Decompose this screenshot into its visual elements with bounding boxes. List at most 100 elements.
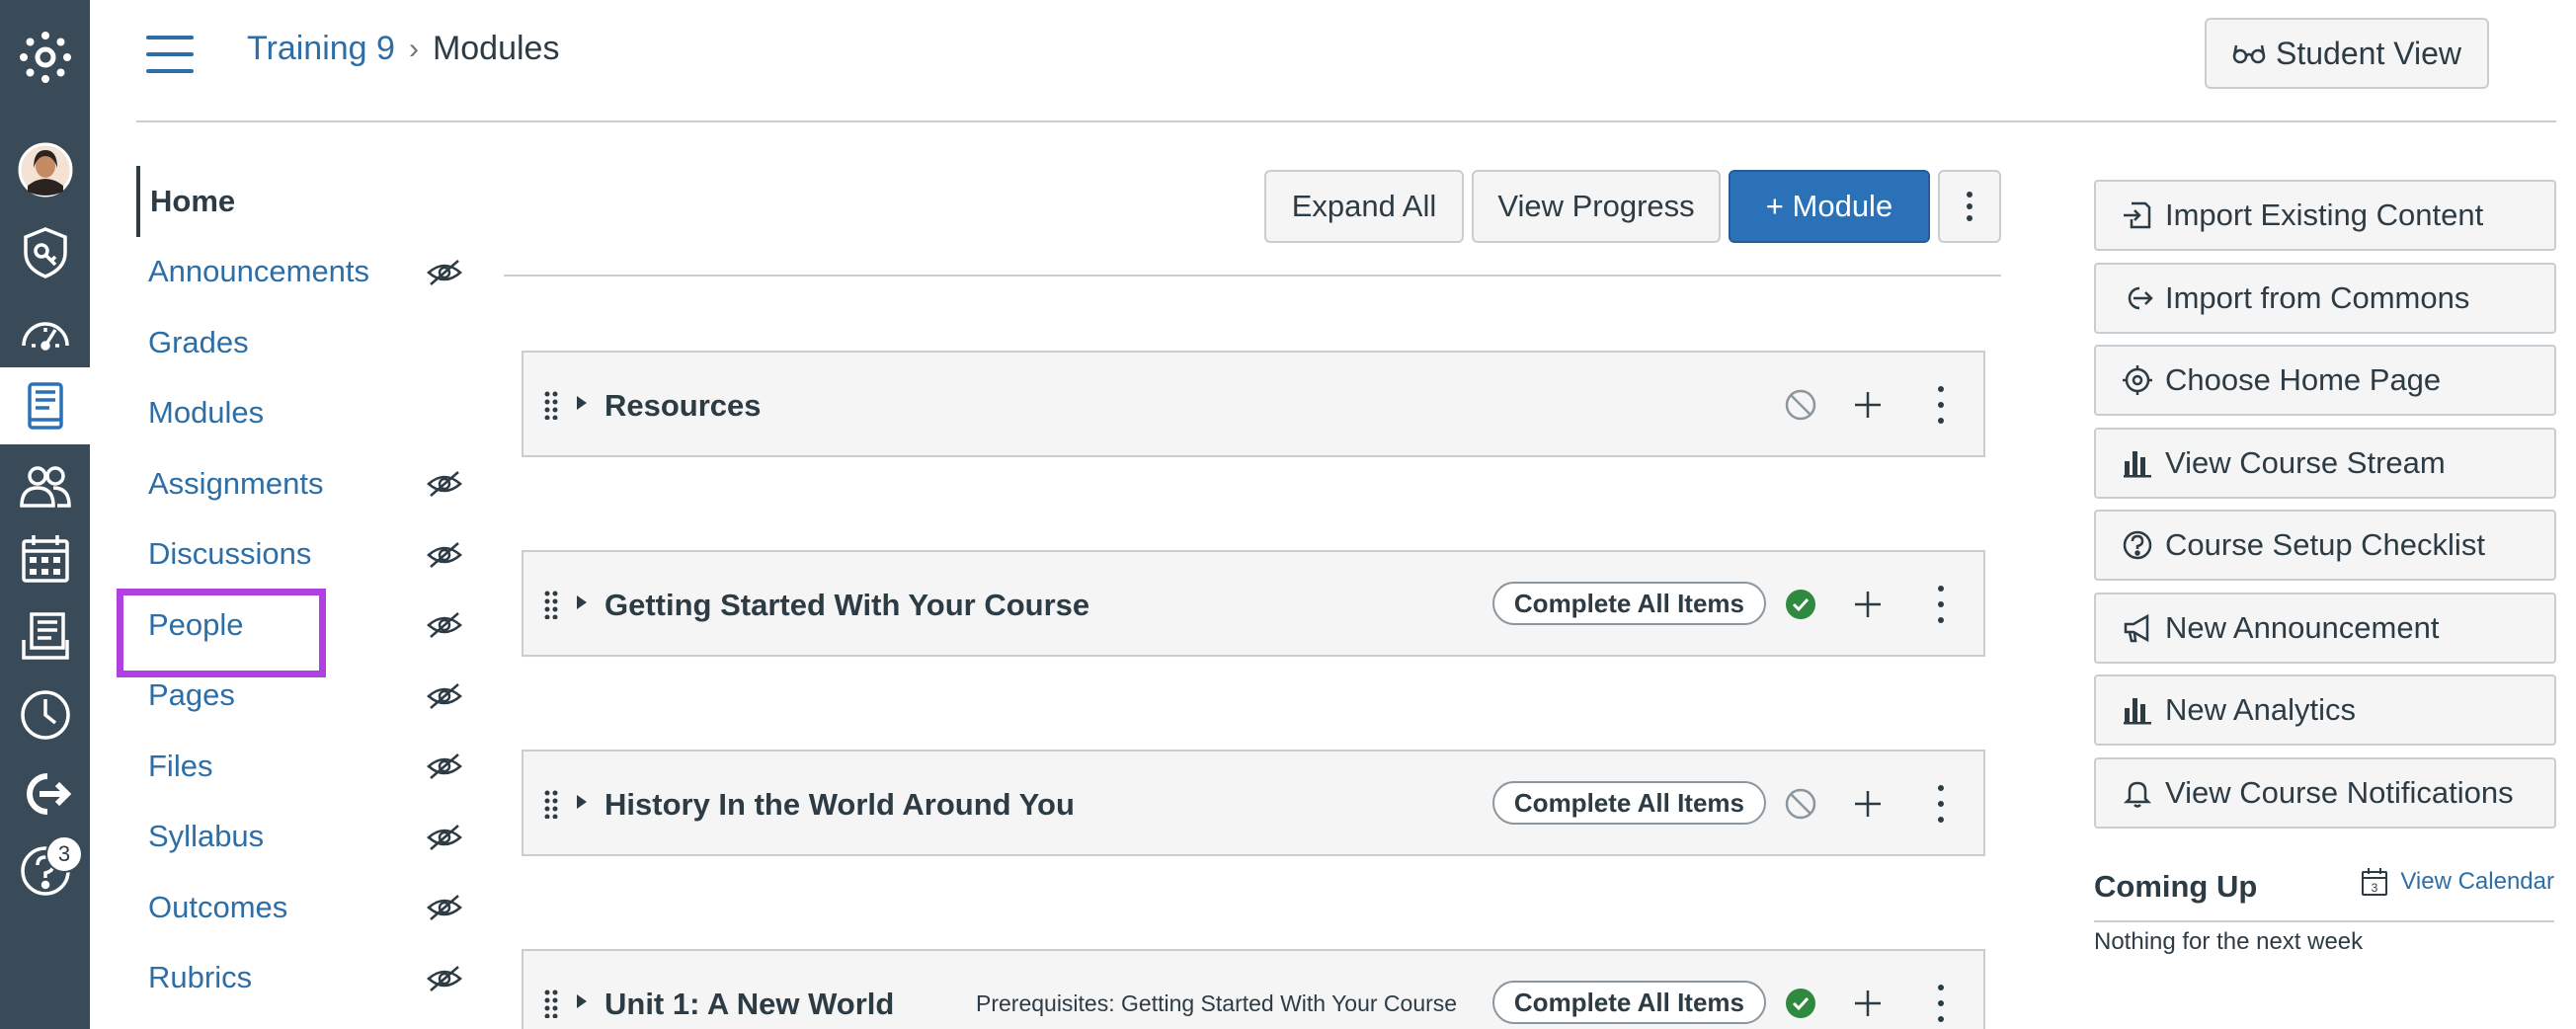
help-icon[interactable]: 3: [0, 831, 90, 910]
view-course-stream-button[interactable]: View Course Stream: [2094, 427, 2556, 499]
course-nav-assignments[interactable]: Assignments: [136, 448, 462, 519]
course-sidebar: Import Existing Content Import from Comm…: [2094, 180, 2556, 839]
view-progress-button[interactable]: View Progress: [1472, 170, 1721, 243]
module-row[interactable]: History In the World Around You Complete…: [522, 750, 1985, 856]
breadcrumb-course-link[interactable]: Training 9: [247, 30, 395, 68]
student-view-label: Student View: [2276, 35, 2461, 71]
drag-handle-icon[interactable]: [543, 989, 559, 1018]
module-title[interactable]: History In the World Around You: [604, 787, 1075, 823]
course-nav-label: Files: [148, 748, 213, 783]
modules-toolbar: Expand All View Progress + Module: [504, 168, 2001, 277]
course-nav-label: Discussions: [148, 536, 312, 572]
module-row[interactable]: Resources: [522, 351, 1985, 457]
requirement-pill: Complete All Items: [1491, 781, 1766, 825]
button-label: New Analytics: [2165, 692, 2356, 727]
hamburger-menu-icon[interactable]: [146, 36, 194, 73]
expand-caret-icon[interactable]: [577, 595, 587, 609]
bell-icon: [2123, 781, 2152, 808]
new-announcement-button[interactable]: New Announcement: [2094, 592, 2556, 664]
coming-up-header: Coming Up 3 View Calendar: [2094, 861, 2554, 922]
target-icon: [2123, 365, 2152, 395]
button-label: New Announcement: [2165, 609, 2440, 645]
account-avatar-icon[interactable]: [0, 130, 90, 209]
new-analytics-button[interactable]: New Analytics: [2094, 674, 2556, 746]
view-calendar-label: View Calendar: [2400, 868, 2554, 895]
module-options-icon[interactable]: [1934, 586, 1948, 623]
requirement-pill: Complete All Items: [1491, 582, 1766, 625]
calendar-icon: 3: [2362, 868, 2388, 896]
course-nav-grades[interactable]: Grades: [136, 307, 462, 378]
add-item-icon[interactable]: [1851, 987, 1885, 1020]
more-options-button[interactable]: [1938, 170, 2001, 243]
module-title[interactable]: Getting Started With Your Course: [604, 588, 1089, 623]
expand-caret-icon[interactable]: [577, 994, 587, 1008]
canvas-logo-icon[interactable]: [0, 18, 90, 97]
published-check-icon[interactable]: [1784, 987, 1817, 1020]
import-from-commons-button[interactable]: Import from Commons: [2094, 262, 2556, 334]
course-nav-modules[interactable]: Modules: [136, 378, 462, 449]
admin-icon[interactable]: [0, 213, 90, 292]
groups-icon[interactable]: [0, 446, 90, 525]
course-nav-rubrics[interactable]: Rubrics: [136, 943, 462, 1014]
module-title[interactable]: Unit 1: A New World: [604, 987, 894, 1022]
course-nav-label: Modules: [148, 395, 265, 431]
expand-caret-icon[interactable]: [577, 396, 587, 410]
course-nav-label: Syllabus: [148, 819, 265, 854]
module-title[interactable]: Resources: [604, 388, 762, 424]
course-nav-syllabus[interactable]: Syllabus: [136, 802, 462, 873]
expand-caret-icon[interactable]: [577, 795, 587, 809]
commons-icon[interactable]: [0, 754, 90, 833]
hidden-eye-icon: [427, 471, 462, 497]
import-icon: [2124, 201, 2151, 229]
glasses-icon: [2232, 44, 2266, 64]
course-nav-announcements[interactable]: Announcements: [136, 237, 462, 308]
hidden-eye-icon: [427, 965, 462, 991]
drag-handle-icon[interactable]: [543, 789, 559, 819]
drag-handle-icon[interactable]: [543, 590, 559, 619]
module-options-icon[interactable]: [1934, 785, 1948, 823]
course-nav-label: Pages: [148, 677, 235, 713]
add-item-icon[interactable]: [1851, 588, 1885, 621]
published-check-icon[interactable]: [1784, 588, 1817, 621]
drag-handle-icon[interactable]: [543, 390, 559, 420]
module-options-icon[interactable]: [1934, 985, 1948, 1022]
button-label: Import from Commons: [2165, 279, 2470, 315]
page-header: Training 9 › Modules Student View: [136, 0, 2556, 122]
module-options-icon[interactable]: [1934, 386, 1948, 424]
hidden-eye-icon: [427, 259, 462, 285]
course-nav-outcomes[interactable]: Outcomes: [136, 872, 462, 943]
course-nav-label: Announcements: [148, 254, 370, 289]
calendar-icon[interactable]: [0, 519, 90, 598]
course-nav-home[interactable]: Home: [136, 166, 462, 237]
unpublished-icon[interactable]: [1784, 388, 1817, 422]
svg-text:3: 3: [2372, 881, 2378, 895]
hidden-eye-icon: [427, 682, 462, 709]
bar-chart-icon: [2124, 698, 2151, 725]
add-item-icon[interactable]: [1851, 388, 1885, 422]
student-view-button[interactable]: Student View: [2205, 18, 2489, 89]
module-row[interactable]: Unit 1: A New World Prerequisites: Getti…: [522, 949, 1985, 1029]
course-nav-discussions[interactable]: Discussions: [136, 519, 462, 591]
course-nav-files[interactable]: Files: [136, 731, 462, 802]
add-module-button[interactable]: + Module: [1729, 170, 1930, 243]
hidden-eye-icon: [427, 824, 462, 850]
courses-icon[interactable]: [0, 367, 90, 444]
dashboard-icon[interactable]: [0, 294, 90, 373]
megaphone-icon: [2124, 613, 2149, 642]
unpublished-icon[interactable]: [1784, 787, 1817, 821]
expand-all-button[interactable]: Expand All: [1264, 170, 1464, 243]
add-item-icon[interactable]: [1851, 787, 1885, 821]
hidden-eye-icon: [427, 895, 462, 920]
course-setup-checklist-button[interactable]: Course Setup Checklist: [2094, 510, 2556, 581]
import-existing-content-button[interactable]: Import Existing Content: [2094, 180, 2556, 251]
breadcrumb: Training 9 › Modules: [247, 30, 559, 68]
choose-home-page-button[interactable]: Choose Home Page: [2094, 345, 2556, 416]
help-badge: 3: [45, 835, 83, 873]
view-calendar-link[interactable]: 3 View Calendar: [2361, 867, 2554, 897]
course-nav-label: Home: [150, 183, 236, 218]
history-icon[interactable]: [0, 675, 90, 754]
module-prerequisites: Prerequisites: Getting Started With Your…: [976, 990, 1458, 1016]
inbox-icon[interactable]: [0, 596, 90, 675]
module-row[interactable]: Getting Started With Your Course Complet…: [522, 550, 1985, 657]
view-course-notifications-button[interactable]: View Course Notifications: [2094, 756, 2556, 829]
